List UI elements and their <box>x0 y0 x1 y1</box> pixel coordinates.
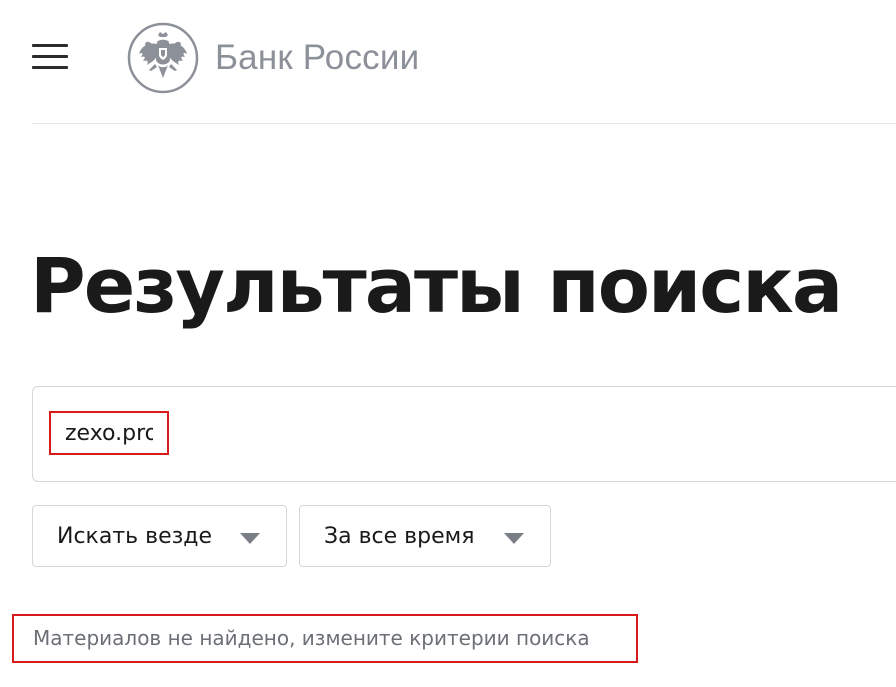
time-period-label: За все время <box>324 523 475 549</box>
time-period-dropdown[interactable]: За все время <box>299 505 551 567</box>
hamburger-menu-icon-line <box>32 55 68 58</box>
chevron-down-icon <box>504 533 524 544</box>
hamburger-menu-icon-line <box>32 66 68 69</box>
header-divider <box>32 123 896 124</box>
search-scope-dropdown[interactable]: Искать везде <box>32 505 287 567</box>
search-input[interactable] <box>49 411 169 455</box>
page-title: Результаты поиска <box>30 241 843 330</box>
no-results-message: Материалов не найдено, измените критерии… <box>12 614 638 663</box>
logo-text: Банк России <box>215 38 420 77</box>
eagle-emblem-icon <box>127 22 199 94</box>
logo-link[interactable]: Банк России <box>127 22 419 94</box>
menu-button[interactable] <box>32 44 68 70</box>
search-box[interactable] <box>32 386 896 482</box>
chevron-down-icon <box>240 533 260 544</box>
search-scope-label: Искать везде <box>57 523 213 549</box>
hamburger-menu-icon-line <box>32 44 68 47</box>
